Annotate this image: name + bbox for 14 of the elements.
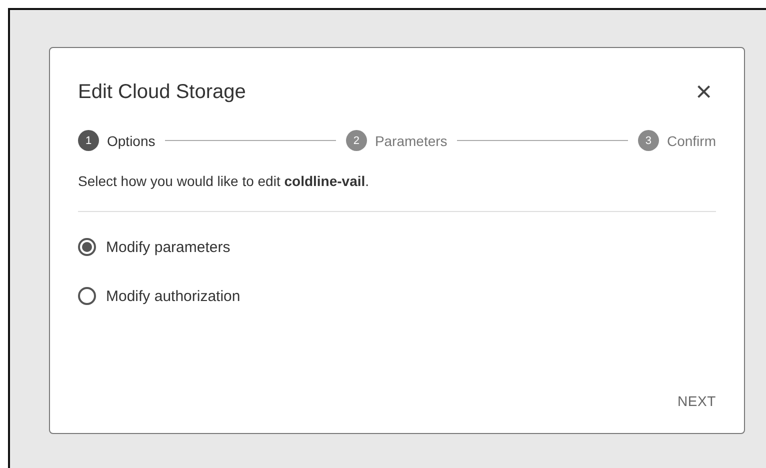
step-label: Confirm: [666, 132, 716, 148]
step-label: Options: [107, 132, 156, 148]
radio-label[interactable]: Modify parameters: [106, 238, 230, 256]
close-button[interactable]: ×: [692, 80, 716, 104]
radio-button[interactable]: [78, 238, 96, 256]
radio-button[interactable]: [78, 287, 96, 305]
step-number: 2: [346, 130, 367, 151]
next-button[interactable]: NEXT: [677, 389, 716, 413]
radio-label[interactable]: Modify authorization: [106, 288, 240, 304]
step-number: 3: [638, 130, 659, 151]
step-label: Parameters: [374, 132, 448, 148]
dialog-title: Edit Cloud Storage: [78, 80, 246, 104]
description-text: Select how you would like to edit coldline-vail.: [78, 173, 370, 189]
step-number: 1: [78, 130, 99, 151]
